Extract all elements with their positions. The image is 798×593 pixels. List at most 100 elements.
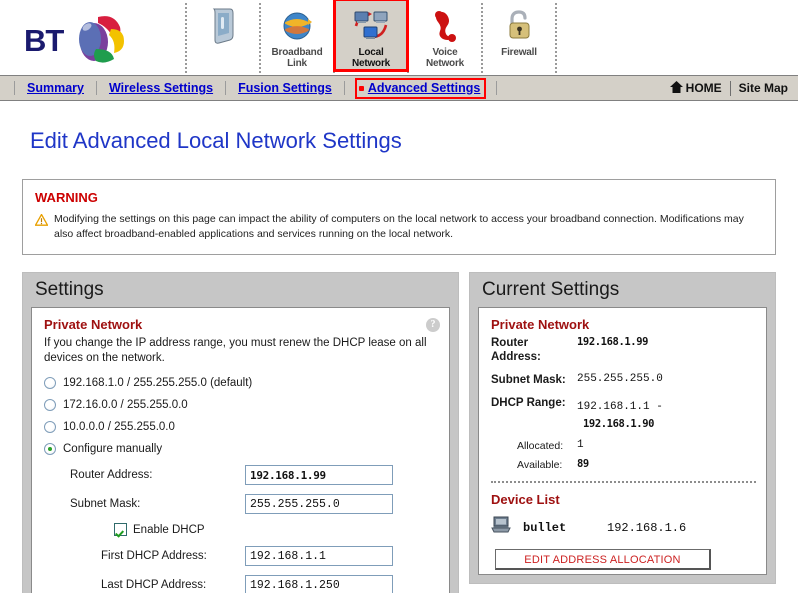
nav-icon-local-network[interactable]: Local Network [333,0,409,72]
tab-advanced-settings[interactable]: Advanced Settings [354,77,487,99]
tab-fusion-settings[interactable]: Fusion Settings [238,81,332,95]
radio-icon[interactable] [44,421,56,433]
site-header: BT Broadband Link Local Network Voice Ne… [0,0,798,75]
settings-panel-wrapper: Settings ? Private Network If you change… [22,272,459,593]
tab-divider [95,81,97,95]
enable-dhcp-label: Enable DHCP [133,523,205,536]
subnet-mask-row: Subnet Mask: [44,494,439,514]
first-dhcp-address-label: First DHCP Address: [101,550,207,562]
radio-label: 172.16.0.0 / 255.255.0.0 [63,399,188,411]
icon-nav-bar: Broadband Link Local Network Voice Netwo… [185,0,557,75]
current-dhcp-range-label: DHCP Range: [491,397,566,409]
radio-icon-selected[interactable] [44,443,56,455]
first-dhcp-address-row: First DHCP Address: [44,546,439,566]
current-private-network-heading: Private Network [491,317,590,332]
nav-label-broadband-link: Broadband Link [271,47,323,69]
device-list-heading: Device List [491,492,560,507]
radio-icon[interactable] [44,377,56,389]
settings-panel-title: Settings [35,279,104,300]
device-name: bullet [523,520,567,535]
home-icon [669,80,683,96]
edit-address-allocation-button[interactable]: EDIT ADDRESS ALLOCATION [495,549,711,570]
warning-heading: WARNING [35,190,98,205]
nav-icon-broadband-link[interactable]: Broadband Link [261,0,333,70]
nav-divider [555,3,557,73]
nav-icon-voice-network[interactable]: Voice Network [409,0,481,70]
current-allocation-rows: Allocated: 1 Available: 89 [491,439,756,472]
warning-box: WARNING Modifying the settings on this p… [22,179,776,255]
secondary-tab-bar: Summary Wireless Settings Fusion Setting… [0,75,798,101]
router-address-row: Router Address: [44,465,439,485]
current-available-label: Available: [517,459,563,471]
warning-triangle-icon [34,213,49,231]
page-title: Edit Advanced Local Network Settings [30,128,402,153]
last-dhcp-address-row: Last DHCP Address: [44,575,439,593]
tab-wireless-settings[interactable]: Wireless Settings [109,81,213,95]
tab-summary[interactable]: Summary [27,81,84,95]
subnet-mask-input[interactable] [245,494,393,514]
current-settings-panel: Current Settings Private Network Router … [469,272,776,584]
current-settings-panel-title: Current Settings [482,279,620,300]
private-network-description: If you change the IP address range, you … [44,337,427,364]
current-router-address-row: Router Address: 192.168.1.99 [491,336,756,364]
padlock-icon [504,5,534,47]
current-dhcp-range-values: 192.168.1.1 - 192.168.1.90 [577,396,663,432]
radio-option-configure-manually[interactable]: Configure manually [44,443,439,455]
svg-text:BT: BT [24,23,64,58]
router-address-label: Router Address: [70,469,153,481]
radio-option-10-subnet[interactable]: 10.0.0.0 / 255.255.0.0 [44,421,439,433]
nav-icon-firewall[interactable]: Firewall [483,0,555,70]
device-list-item: bullet 192.168.1.6 [491,516,756,539]
last-dhcp-address-label: Last DHCP Address: [101,579,207,591]
active-tab-bullet-icon [358,85,364,91]
radio-icon[interactable] [44,399,56,411]
tab-bar-right: HOME Site Map [669,80,788,96]
warning-text: Modifying the settings on this page can … [54,213,744,240]
current-subnet-mask-row: Subnet Mask: 255.255.255.0 [491,373,756,387]
nav-label-firewall: Firewall [501,47,537,58]
current-subnet-mask-label: Subnet Mask: [491,374,566,386]
nav-icon-system[interactable] [187,0,259,70]
radio-label: 192.168.1.0 / 255.255.255.0 (default) [63,377,253,389]
help-question-icon[interactable]: ? [426,318,440,332]
enable-dhcp-row[interactable]: Enable DHCP [114,523,439,536]
computer-icon [491,516,511,539]
system-device-icon [210,5,236,47]
current-dhcp-range-start: 192.168.1.1 - [577,401,663,413]
tab-divider [496,81,498,95]
current-allocated-value: 1 [577,439,584,451]
home-link[interactable]: HOME [686,81,722,95]
panels-container: Settings ? Private Network If you change… [22,272,776,593]
radio-label: Configure manually [63,443,163,455]
radio-option-172-subnet[interactable]: 172.16.0.0 / 255.255.0.0 [44,399,439,411]
current-allocated-label: Allocated: [517,440,564,452]
bt-logo-svg: BT [24,15,124,63]
current-available-row: Available: 89 [491,458,756,472]
subnet-mask-label: Subnet Mask: [70,498,141,510]
page-body: Edit Advanced Local Network Settings WAR… [0,128,798,593]
router-address-input[interactable] [245,465,393,485]
current-allocated-row: Allocated: 1 [491,439,756,453]
tab-divider [343,81,345,95]
first-dhcp-address-input[interactable] [245,546,393,566]
telephone-handset-icon [430,5,460,47]
settings-panel-inner: ? Private Network If you change the IP a… [31,307,450,593]
local-network-computers-icon [353,5,389,47]
nav-label-local-network: Local Network [351,47,391,69]
radio-option-default-subnet[interactable]: 192.168.1.0 / 255.255.255.0 (default) [44,377,439,389]
tab-divider [225,81,227,95]
current-settings-panel-inner: Private Network Router Address: 192.168.… [478,307,767,575]
current-dhcp-range-end: 192.168.1.90 [583,418,655,430]
current-subnet-mask-value: 255.255.255.0 [577,373,663,385]
nav-label-voice-network: Voice Network [425,47,465,69]
site-map-link[interactable]: Site Map [739,81,788,95]
last-dhcp-address-input[interactable] [245,575,393,593]
bt-logo: BT [0,0,185,75]
settings-panel: Settings ? Private Network If you change… [22,272,459,593]
current-dhcp-range-row: DHCP Range: 192.168.1.1 - 192.168.1.90 [491,396,756,432]
current-router-address-value: 192.168.1.99 [577,336,649,348]
tab-list: Summary Wireless Settings Fusion Setting… [14,77,509,99]
current-router-address-label: Router Address: [491,337,541,363]
enable-dhcp-checkbox[interactable] [114,523,127,536]
device-ip: 192.168.1.6 [607,520,687,535]
